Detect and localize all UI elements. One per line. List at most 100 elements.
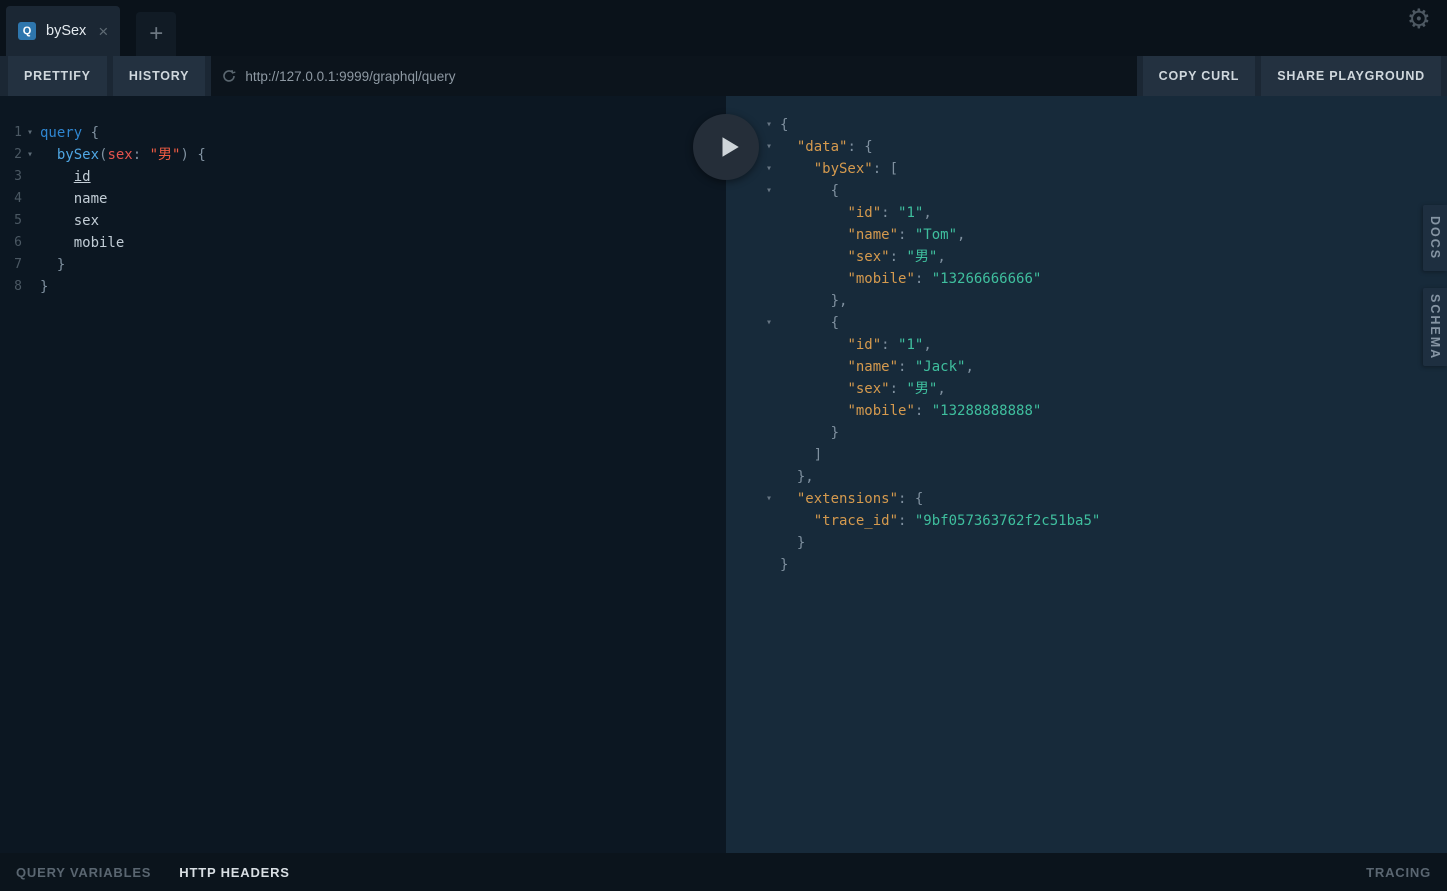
code-line: 5 sex bbox=[0, 210, 726, 232]
fold-gutter bbox=[22, 254, 38, 276]
line-number: 8 bbox=[14, 279, 22, 294]
code-line: "sex": "男", bbox=[758, 378, 1447, 400]
code-text: "mobile": "13266666666" bbox=[847, 271, 1042, 287]
tracing-tab[interactable]: TRACING bbox=[1366, 865, 1431, 880]
fold-gutter bbox=[758, 554, 780, 576]
fold-gutter bbox=[758, 444, 780, 466]
endpoint-url-bar bbox=[211, 56, 1137, 96]
fold-gutter bbox=[22, 232, 38, 254]
tab-title: bySex bbox=[46, 23, 87, 39]
code-text: } bbox=[40, 257, 66, 273]
fold-gutter bbox=[758, 356, 780, 378]
share-playground-button[interactable]: SHARE PLAYGROUND bbox=[1261, 56, 1441, 96]
schema-tab[interactable]: SCHEMA bbox=[1423, 288, 1447, 366]
play-icon bbox=[722, 137, 739, 157]
code-line: "name": "Jack", bbox=[758, 356, 1447, 378]
fold-gutter bbox=[758, 202, 780, 224]
fold-gutter bbox=[22, 276, 38, 298]
fold-gutter bbox=[22, 210, 38, 232]
code-line: 3 id bbox=[0, 166, 726, 188]
code-text: { bbox=[780, 183, 840, 199]
code-text: bySex(sex: "男") { bbox=[56, 147, 206, 163]
code-line: 7 } bbox=[0, 254, 726, 276]
settings-gear-icon[interactable]: ⚙ bbox=[1407, 6, 1431, 33]
fold-arrow-icon[interactable]: ▾ bbox=[758, 312, 780, 334]
fold-arrow-icon[interactable]: ▾ bbox=[758, 136, 780, 158]
tab-bar: Q bySex × + ⚙ bbox=[0, 0, 1447, 56]
line-number: 7 bbox=[14, 257, 22, 272]
add-tab-button[interactable]: + bbox=[136, 12, 177, 56]
code-line: "id": "1", bbox=[758, 202, 1447, 224]
line-number: 3 bbox=[14, 169, 22, 184]
code-line: }, bbox=[758, 466, 1447, 488]
code-line: } bbox=[758, 554, 1447, 576]
graphql-playground-window: Q bySex × + ⚙ PRETTIFY HISTORY COPY CURL… bbox=[0, 0, 1447, 891]
toolbar: PRETTIFY HISTORY COPY CURL SHARE PLAYGRO… bbox=[0, 56, 1447, 96]
fold-arrow-icon[interactable]: ▾ bbox=[22, 144, 38, 166]
query-variables-tab[interactable]: QUERY VARIABLES bbox=[16, 865, 151, 880]
fold-gutter bbox=[758, 466, 780, 488]
fold-gutter bbox=[758, 378, 780, 400]
code-line: 4 name bbox=[0, 188, 726, 210]
code-line: ▾ { bbox=[758, 180, 1447, 202]
execute-query-button[interactable] bbox=[693, 114, 759, 180]
code-line: 8} bbox=[0, 276, 726, 298]
code-text: "bySex": [ bbox=[813, 161, 899, 177]
code-text: } bbox=[780, 425, 840, 441]
tab-bysex[interactable]: Q bySex × bbox=[6, 6, 121, 56]
fold-arrow-icon[interactable]: ▾ bbox=[758, 114, 780, 136]
code-text: sex bbox=[73, 213, 100, 229]
code-line: 1 ▾ query { bbox=[0, 122, 726, 144]
close-tab-icon[interactable]: × bbox=[98, 23, 108, 40]
fold-gutter bbox=[758, 400, 780, 422]
query-editor[interactable]: 1 ▾ query {2 ▾ bySex(sex: "男") {3 id 4 name 5… bbox=[0, 96, 726, 853]
fold-gutter bbox=[758, 290, 780, 312]
fold-gutter bbox=[22, 188, 38, 210]
docs-tab[interactable]: DOCS bbox=[1423, 205, 1447, 271]
code-text: "name": "Tom", bbox=[847, 227, 966, 243]
code-line: }, bbox=[758, 290, 1447, 312]
query-type-badge-icon: Q bbox=[18, 22, 36, 40]
prettify-button[interactable]: PRETTIFY bbox=[8, 56, 107, 96]
http-headers-tab[interactable]: HTTP HEADERS bbox=[179, 865, 289, 880]
code-line: ▾ { bbox=[758, 312, 1447, 334]
code-text: "sex": "男", bbox=[847, 249, 946, 265]
code-text: { bbox=[780, 315, 840, 331]
fold-arrow-icon[interactable]: ▾ bbox=[758, 488, 780, 510]
line-number: 2 bbox=[14, 147, 22, 162]
fold-gutter bbox=[758, 422, 780, 444]
fold-gutter bbox=[758, 334, 780, 356]
reload-icon bbox=[223, 69, 236, 82]
code-line: "mobile": "13288888888" bbox=[758, 400, 1447, 422]
code-line: "sex": "男", bbox=[758, 246, 1447, 268]
code-text: "id": "1", bbox=[847, 337, 932, 353]
code-line: ▾{ bbox=[758, 114, 1447, 136]
code-text: { bbox=[780, 117, 789, 133]
code-text: mobile bbox=[73, 235, 125, 251]
fold-arrow-icon[interactable]: ▾ bbox=[758, 180, 780, 202]
code-text: "sex": "男", bbox=[847, 381, 946, 397]
fold-arrow-icon[interactable]: ▾ bbox=[22, 122, 38, 144]
code-line: ▾ "bySex": [ bbox=[758, 158, 1447, 180]
code-line: ▾ "extensions": { bbox=[758, 488, 1447, 510]
code-line: ] bbox=[758, 444, 1447, 466]
code-text: query { bbox=[40, 125, 100, 141]
fold-gutter bbox=[758, 532, 780, 554]
endpoint-url-input[interactable] bbox=[211, 56, 1137, 96]
fold-gutter bbox=[758, 510, 780, 532]
line-number: 5 bbox=[14, 213, 22, 228]
code-text: }, bbox=[780, 469, 814, 485]
copy-curl-button[interactable]: COPY CURL bbox=[1142, 56, 1256, 96]
code-text: ] bbox=[780, 447, 823, 463]
code-line: "id": "1", bbox=[758, 334, 1447, 356]
code-text: id bbox=[73, 169, 91, 185]
fold-gutter bbox=[758, 268, 780, 290]
history-button[interactable]: HISTORY bbox=[112, 56, 206, 96]
code-line: 2 ▾ bySex(sex: "男") { bbox=[0, 144, 726, 166]
fold-arrow-icon[interactable]: ▾ bbox=[758, 158, 780, 180]
code-text: "mobile": "13288888888" bbox=[847, 403, 1042, 419]
fold-gutter bbox=[758, 246, 780, 268]
code-text: } bbox=[780, 535, 806, 551]
code-line: } bbox=[758, 422, 1447, 444]
code-text: } bbox=[780, 557, 789, 573]
